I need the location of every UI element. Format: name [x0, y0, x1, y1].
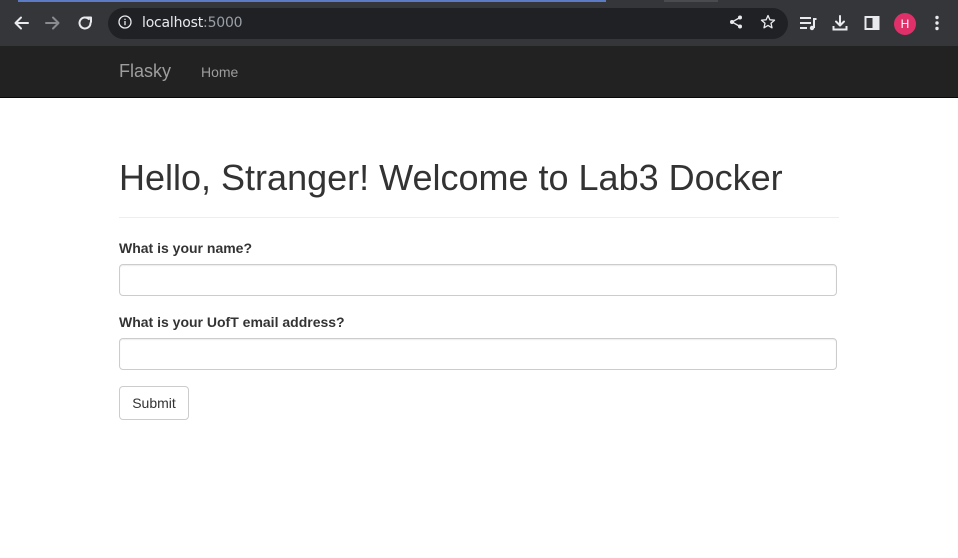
- site-navbar: Flasky Home: [0, 46, 958, 98]
- reading-list-icon: [800, 17, 817, 31]
- side-panel-button[interactable]: [862, 13, 882, 33]
- page-title: Hello, Stranger! Welcome to Lab3 Docker: [119, 157, 783, 198]
- url-host: localhost: [142, 15, 204, 31]
- reload-icon: [78, 16, 92, 30]
- email-label: What is your UofT email address?: [119, 314, 345, 330]
- back-button[interactable]: [10, 12, 32, 34]
- share-icon: [730, 15, 742, 29]
- info-icon[interactable]: [118, 15, 132, 29]
- back-arrow-icon: [14, 16, 29, 30]
- more-menu-icon: [935, 15, 939, 31]
- bookmark-button[interactable]: [758, 12, 778, 32]
- address-bar[interactable]: localhost:5000: [108, 8, 788, 39]
- nav-link-home[interactable]: Home: [201, 64, 238, 80]
- url-text: localhost:5000: [142, 15, 243, 31]
- side-panel-icon: [864, 16, 880, 30]
- download-icon: [832, 15, 848, 31]
- forward-button[interactable]: [42, 12, 64, 34]
- reload-button[interactable]: [74, 12, 96, 34]
- star-icon: [760, 14, 776, 29]
- email-input[interactable]: [119, 338, 837, 370]
- profile-avatar[interactable]: H: [894, 13, 916, 35]
- url-port: :5000: [203, 15, 243, 31]
- browser-toolbar: localhost:5000 H: [0, 0, 958, 46]
- downloads-button[interactable]: [830, 13, 850, 33]
- page-header: Hello, Stranger! Welcome to Lab3 Docker: [119, 150, 839, 218]
- share-button[interactable]: [726, 12, 746, 32]
- active-tab-indicator: [18, 0, 606, 2]
- navbar-brand[interactable]: Flasky: [119, 61, 171, 82]
- inactive-tab-indicator: [664, 0, 718, 2]
- reading-list-button[interactable]: [798, 13, 818, 33]
- more-menu-button[interactable]: [927, 13, 947, 33]
- submit-button[interactable]: Submit: [119, 386, 189, 420]
- name-label: What is your name?: [119, 240, 253, 256]
- name-input[interactable]: [119, 264, 837, 296]
- forward-arrow-icon: [45, 16, 60, 30]
